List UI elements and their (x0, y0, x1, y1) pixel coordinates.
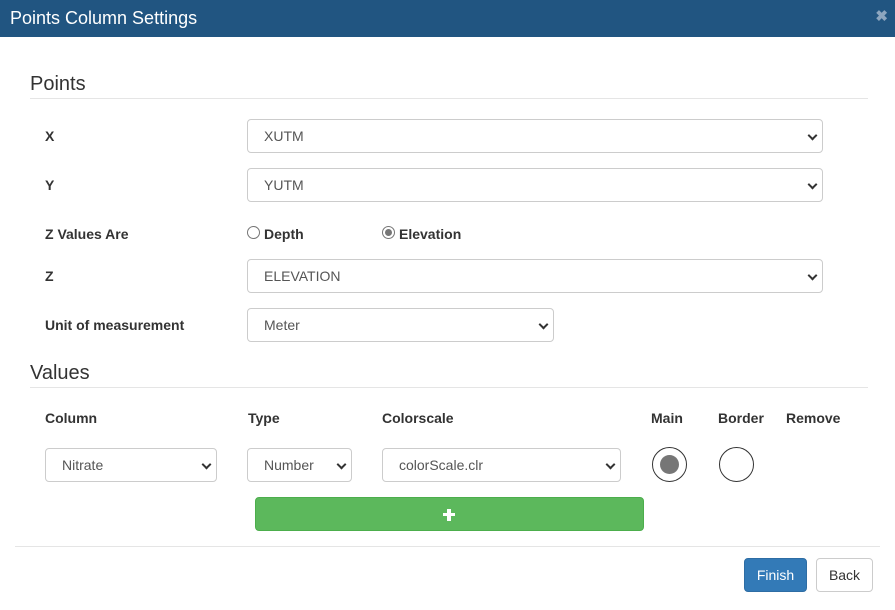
border-radio[interactable] (719, 447, 754, 482)
x-select-value: XUTM (264, 128, 304, 144)
column-select-value: Nitrate (62, 457, 104, 473)
y-select-value: YUTM (264, 177, 304, 193)
type-select-value: Number (264, 457, 314, 473)
colorscale-header: Colorscale (382, 410, 454, 426)
z-values-label: Z Values Are (45, 226, 129, 242)
values-heading: Values (30, 362, 90, 384)
dialog-titlebar: Points Column Settings ✖ (0, 0, 895, 37)
main-radio[interactable] (652, 447, 687, 482)
remove-header: Remove (786, 410, 841, 426)
elevation-radio-label[interactable]: Elevation (399, 226, 461, 242)
chevron-down-icon (807, 179, 818, 190)
unit-select[interactable]: Meter (247, 308, 554, 342)
z-select-value: ELEVATION (264, 268, 341, 284)
chevron-down-icon (605, 459, 616, 470)
x-label: X (45, 128, 55, 144)
values-divider (30, 387, 868, 388)
chevron-down-icon (807, 270, 818, 281)
unit-label: Unit of measurement (45, 317, 185, 333)
chevron-down-icon (336, 459, 347, 470)
type-header: Type (248, 410, 280, 426)
unit-select-value: Meter (264, 317, 300, 333)
finish-button[interactable]: Finish (744, 558, 807, 592)
column-select[interactable]: Nitrate (45, 448, 217, 482)
points-divider (30, 98, 868, 99)
main-header: Main (651, 410, 683, 426)
z-select[interactable]: ELEVATION (247, 259, 823, 293)
x-select[interactable]: XUTM (247, 119, 823, 153)
elevation-radio[interactable] (382, 226, 395, 239)
depth-radio[interactable] (247, 226, 260, 239)
add-value-button[interactable] (255, 497, 644, 531)
dialog-title: Points Column Settings (10, 8, 198, 28)
z-label: Z (45, 268, 54, 284)
depth-radio-label[interactable]: Depth (264, 226, 304, 242)
column-header: Column (45, 410, 98, 426)
colorscale-select[interactable]: colorScale.clr (382, 448, 621, 482)
type-select[interactable]: Number (247, 448, 352, 482)
y-select[interactable]: YUTM (247, 168, 823, 202)
y-label: Y (45, 177, 55, 193)
border-header: Border (718, 410, 764, 426)
chevron-down-icon (538, 319, 549, 330)
close-icon[interactable]: ✖ (875, 9, 888, 25)
back-button[interactable]: Back (816, 558, 873, 592)
footer-divider (15, 546, 880, 547)
colorscale-select-value: colorScale.clr (399, 457, 484, 473)
chevron-down-icon (201, 459, 212, 470)
points-heading: Points (30, 73, 86, 95)
chevron-down-icon (807, 130, 818, 141)
